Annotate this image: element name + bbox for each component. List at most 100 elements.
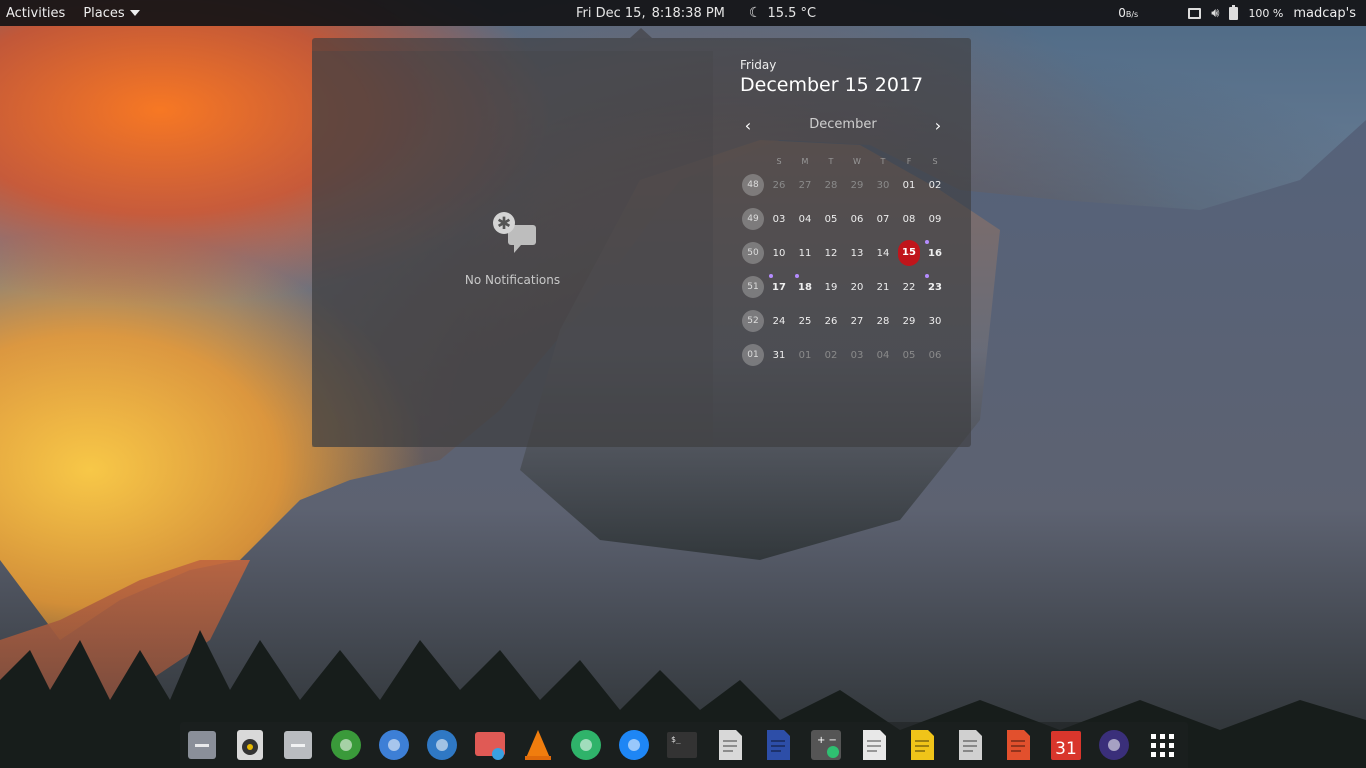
day-header: S (932, 156, 938, 166)
event-dot (925, 273, 929, 278)
text-editor-icon[interactable] (713, 728, 747, 762)
calendar-weekday[interactable]: Friday (740, 58, 950, 72)
calendar-day[interactable]: 14 (870, 248, 896, 259)
calendar-day-label: 27 (850, 315, 864, 327)
calendar-full-date[interactable]: December 15 2017 (740, 74, 950, 96)
software-update-icon[interactable] (281, 728, 315, 762)
calendar-day[interactable]: 18 (792, 273, 818, 293)
week-number-label: 50 (742, 242, 764, 264)
clock-button[interactable]: Fri Dec 15, 8:18:38 PM ☾ 15.5 °C (576, 0, 816, 26)
calendar-day[interactable]: 12 (818, 248, 844, 259)
day-header: S (776, 156, 782, 166)
calendar-day[interactable]: 01 (896, 180, 922, 191)
calendar-day[interactable]: 16 (922, 239, 948, 259)
activities-button[interactable]: Activities (6, 6, 65, 21)
calendar-day[interactable]: 23 (922, 273, 948, 293)
calendar-day[interactable]: 01 (792, 350, 818, 361)
calendar-day[interactable]: 26 (818, 316, 844, 327)
calendar-day[interactable]: 05 (896, 350, 922, 361)
calendar-day[interactable]: 09 (922, 214, 948, 225)
document-viewer-icon[interactable] (953, 728, 987, 762)
eclipse-icon[interactable] (1097, 728, 1131, 762)
week-number[interactable]: 50 (740, 242, 766, 264)
places-menu[interactable]: Places (83, 6, 140, 21)
week-number[interactable]: 52 (740, 310, 766, 332)
day-header: T (828, 156, 834, 166)
draw-icon[interactable] (905, 728, 939, 762)
calendar-day[interactable]: 30 (870, 180, 896, 191)
calendar-day[interactable]: 13 (844, 248, 870, 259)
calendar-day-label: 29 (850, 179, 864, 191)
calendar-day[interactable]: 04 (870, 350, 896, 361)
calendar-day[interactable]: 03 (766, 214, 792, 225)
chevron-left-icon[interactable]: ‹ (740, 116, 756, 135)
calendar-day[interactable]: 08 (896, 214, 922, 225)
calendar-day[interactable]: 19 (818, 282, 844, 293)
calendar-day[interactable]: 29 (896, 316, 922, 327)
files-icon[interactable] (185, 728, 219, 762)
photo-booth-icon[interactable] (473, 728, 507, 762)
calendar-day[interactable]: 25 (792, 316, 818, 327)
thunderbird-icon[interactable] (425, 728, 459, 762)
calendar-day-label: 16 (928, 247, 942, 259)
calendar-day[interactable]: 06 (844, 214, 870, 225)
network-speed-indicator[interactable]: 0B/s (1118, 6, 1138, 20)
screen-icon[interactable] (1188, 7, 1202, 19)
calendar-app-icon[interactable]: 31 (1049, 728, 1083, 762)
calendar-day[interactable]: 04 (792, 214, 818, 225)
volume-icon[interactable]: 🔊︎ (1211, 6, 1219, 21)
week-number[interactable]: 49 (740, 208, 766, 230)
gnome-settings-icon[interactable] (329, 728, 363, 762)
calendar-day-today[interactable]: 15 (896, 240, 922, 266)
document-icon[interactable] (857, 728, 891, 762)
calendar-day[interactable]: 28 (870, 316, 896, 327)
calendar-day[interactable]: 06 (922, 350, 948, 361)
terminal-icon[interactable]: $_ (665, 728, 699, 762)
week-number[interactable]: 48 (740, 174, 766, 196)
calendar-day-headers: SMTWTFS (740, 154, 948, 168)
calculator-icon[interactable]: + − (809, 728, 843, 762)
chromium-icon[interactable] (377, 728, 411, 762)
atom-icon[interactable] (569, 728, 603, 762)
calendar-day-label: 03 (772, 213, 786, 225)
calendar-day[interactable]: 11 (792, 248, 818, 259)
impress-icon[interactable] (1001, 728, 1035, 762)
calendar-week-row: 49 03 04 05 06 07 08 09 (740, 202, 948, 236)
app-grid-icon[interactable] (1145, 728, 1179, 762)
battery-icon[interactable] (1229, 4, 1239, 20)
calendar-day[interactable]: 02 (818, 350, 844, 361)
vlc-icon[interactable] (521, 728, 555, 762)
calendar-day[interactable]: 30 (922, 316, 948, 327)
svg-text:$_: $_ (671, 735, 681, 744)
calendar-day[interactable]: 29 (844, 180, 870, 191)
calendar-grid: S M T W T F S 48 26 27 28 29 30 01 02 49 03 04 05 06 07 08 09 5… (740, 154, 948, 372)
user-menu[interactable]: madcap's (1293, 6, 1356, 21)
calendar: Friday December 15 2017 ‹ December › SMT… (740, 58, 950, 366)
calendar-day[interactable]: 21 (870, 282, 896, 293)
dock: $_ + − 31 (180, 722, 1188, 768)
calendar-day[interactable]: 22 (896, 282, 922, 293)
calendar-day[interactable]: 24 (766, 316, 792, 327)
calendar-day[interactable]: 05 (818, 214, 844, 225)
rhythmbox-icon[interactable] (233, 728, 267, 762)
calendar-day[interactable]: 17 (766, 273, 792, 293)
calendar-day[interactable]: 03 (844, 350, 870, 361)
week-number-label: 52 (742, 310, 764, 332)
week-number[interactable]: 01 (740, 344, 766, 366)
calendar-day-label: 09 (928, 213, 942, 225)
calendar-day[interactable]: 28 (818, 180, 844, 191)
no-notifications-label: No Notifications (464, 273, 561, 287)
calendar-day[interactable]: 20 (844, 282, 870, 293)
calendar-day[interactable]: 31 (766, 350, 792, 361)
calendar-day[interactable]: 27 (792, 180, 818, 191)
calendar-day[interactable]: 07 (870, 214, 896, 225)
messenger-icon[interactable] (617, 728, 651, 762)
chevron-right-icon[interactable]: › (930, 116, 946, 135)
week-number[interactable]: 51 (740, 276, 766, 298)
writer-icon[interactable] (761, 728, 795, 762)
calendar-day[interactable]: 26 (766, 180, 792, 191)
svg-text:+ −: + − (817, 735, 837, 746)
calendar-day[interactable]: 10 (766, 248, 792, 259)
calendar-day[interactable]: 02 (922, 180, 948, 191)
calendar-day[interactable]: 27 (844, 316, 870, 327)
